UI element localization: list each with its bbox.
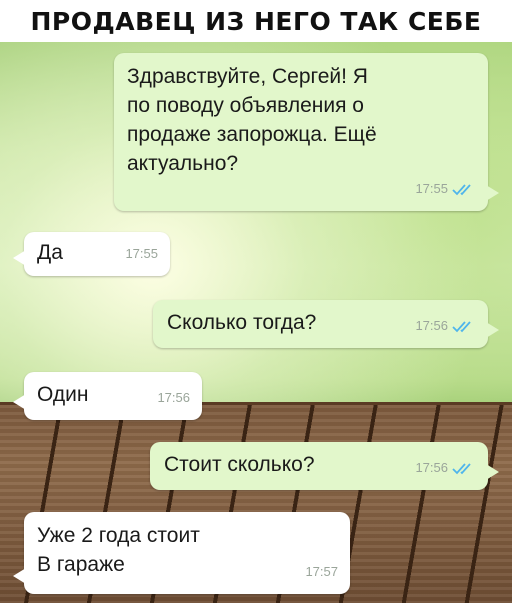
message-time: 17:57 [305,564,338,579]
message-meta: 17:57 [305,557,338,586]
caption-title: ПРОДАВЕЦ ИЗ НЕГО ТАК СЕБЕ [30,6,482,36]
message-time: 17:56 [157,390,190,405]
message-text: Да [37,241,63,264]
message-incoming[interactable]: Да 17:55 [13,232,170,276]
double-check-read-icon [452,462,471,474]
double-check-read-icon [452,320,471,332]
message-incoming[interactable]: Один 17:56 [13,372,202,420]
chat-background: Здравствуйте, Сергей! Я по поводу объявл… [0,42,512,603]
message-meta: 17:56 [415,453,476,482]
message-outgoing[interactable]: Здравствуйте, Сергей! Я по поводу объявл… [114,53,499,211]
message-time: 17:55 [415,181,448,196]
message-outgoing[interactable]: Стоит сколько? 17:56 [150,442,499,490]
message-incoming[interactable]: Уже 2 года стоит В гараже 17:57 [13,512,350,594]
message-text: Уже 2 года стоит В гараже [37,524,200,576]
message-meta: 17:55 [125,239,158,268]
message-outgoing[interactable]: Сколько тогда? 17:56 [153,300,499,348]
message-text: Один [37,383,89,406]
message-meta: 17:56 [415,311,476,340]
message-meta: 17:55 [415,174,476,203]
message-text: Стоит сколько? [164,453,315,476]
double-check-read-icon [452,183,471,195]
message-time: 17:56 [415,460,448,475]
caption-header: ПРОДАВЕЦ ИЗ НЕГО ТАК СЕБЕ [0,0,512,42]
message-meta: 17:56 [157,383,190,412]
message-text: Здравствуйте, Сергей! Я по поводу объявл… [127,65,377,175]
message-text: Сколько тогда? [167,311,317,334]
message-time: 17:55 [125,246,158,261]
message-time: 17:56 [415,318,448,333]
